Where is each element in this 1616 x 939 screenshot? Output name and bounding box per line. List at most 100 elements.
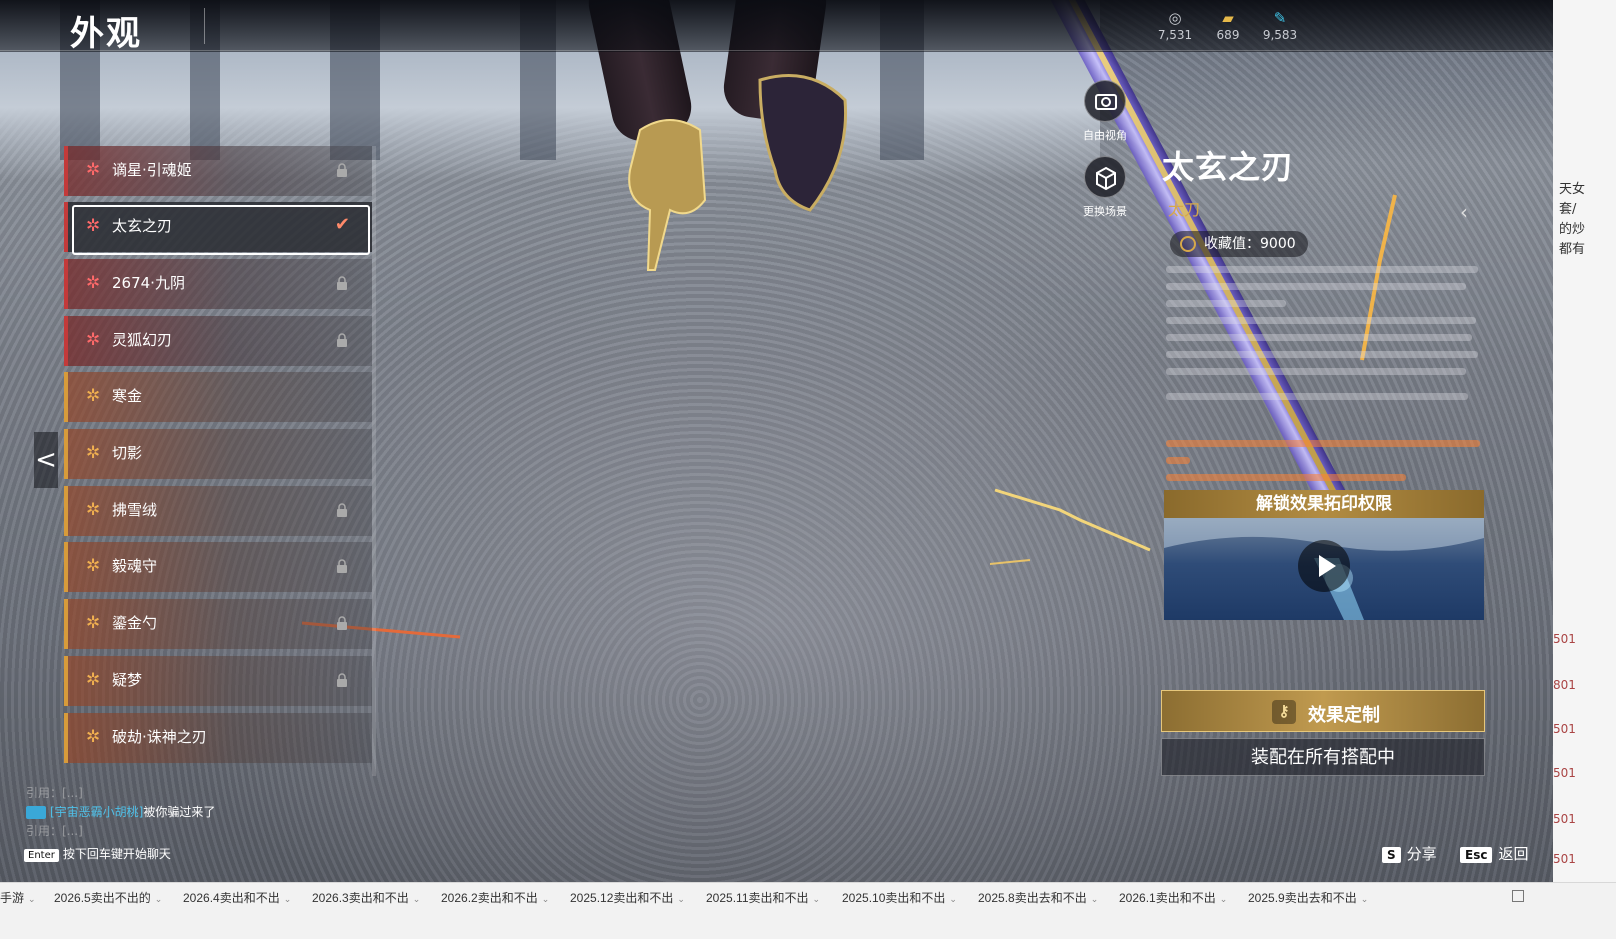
list-scrollbar[interactable] xyxy=(372,146,376,776)
list-item-label: 2674·九阴 xyxy=(112,274,185,292)
list-item-label: 疑梦 xyxy=(112,671,143,689)
back-hotkey[interactable]: Esc 返回 xyxy=(1460,843,1528,864)
sheet-tab[interactable]: 2025.9卖出去和不出 ⌄ xyxy=(1248,889,1368,906)
list-item-label: 毅魂守 xyxy=(112,557,158,575)
list-item[interactable]: ✲ 拂雪绒 xyxy=(64,486,372,536)
sheet-tab[interactable]: 2025.10卖出和不出 ⌄ xyxy=(842,889,957,906)
play-button[interactable] xyxy=(1298,540,1350,592)
rarity-star-icon: ✲ xyxy=(86,500,101,520)
chevron-down-icon: ⌄ xyxy=(1219,894,1228,904)
feather-icon: ✎ xyxy=(1273,9,1287,27)
list-item[interactable]: ✲ 破劫·诛神之刃 xyxy=(64,713,372,763)
sheet-tab[interactable]: 2026.5卖出不出的 ⌄ xyxy=(54,889,162,906)
sheet-tab[interactable]: 2026.2卖出和不出 ⌄ xyxy=(441,889,549,906)
list-item-label: 拂雪绒 xyxy=(112,501,158,519)
lock-icon xyxy=(337,503,347,517)
top-divider xyxy=(0,50,1598,51)
grid-icon[interactable] xyxy=(1512,890,1524,902)
enter-hint-text: 按下回车键开始聊天 xyxy=(62,847,171,861)
sheet-tab-label: 2026.5卖出不出的 xyxy=(54,891,151,905)
clipped-number: 501 xyxy=(1553,852,1576,866)
list-item-label: 破劫·诛神之刃 xyxy=(112,728,207,746)
list-item-label: 灵狐幻刃 xyxy=(112,331,173,349)
collapse-list-button[interactable]: < xyxy=(34,432,58,488)
list-item[interactable]: ✲ 寒金 xyxy=(64,372,372,422)
chat-quote: 引用：[...] xyxy=(26,786,83,800)
collect-value: 收藏值：9000 xyxy=(1204,236,1296,252)
page-title: 外观 xyxy=(70,14,142,54)
list-item[interactable]: ✲ 谪星·引魂姬 xyxy=(64,146,372,196)
rarity-bar xyxy=(64,146,68,196)
lock-icon xyxy=(337,163,347,177)
rarity-bar xyxy=(64,372,68,422)
checkmark-icon: ✔ xyxy=(334,214,350,235)
collect-value-badge: 收藏值：9000 xyxy=(1170,231,1308,257)
sheet-tab-label: 2026.3卖出和不出 xyxy=(312,891,409,905)
item-name: 太玄之刃 xyxy=(1162,148,1295,186)
chat-sender[interactable]: [宇宙恶霸小胡桃] xyxy=(50,805,143,819)
list-item[interactable]: ✲ 切影 xyxy=(64,429,372,479)
rarity-star-icon: ✲ xyxy=(86,330,101,350)
title-divider xyxy=(204,8,205,44)
currency-value: 9,583 xyxy=(1262,28,1298,42)
equip-all-button[interactable]: 装配在所有搭配中 xyxy=(1161,738,1485,776)
list-item[interactable]: ✲ 鎏金勺 xyxy=(64,599,372,649)
cube-icon xyxy=(1096,166,1116,191)
list-item-label: 太玄之刃 xyxy=(112,217,173,235)
rarity-star-icon: ✲ xyxy=(86,556,101,576)
sheet-tab[interactable]: 2025.8卖出去和不出 ⌄ xyxy=(978,889,1098,906)
list-item[interactable]: ✲ 灵狐幻刃 xyxy=(64,316,372,366)
rarity-bar xyxy=(64,259,68,309)
list-item[interactable]: ✲ 2674·九阴 xyxy=(64,259,372,309)
sheet-tab-label: 手游 xyxy=(0,891,25,905)
list-item-label: 谪星·引魂姬 xyxy=(112,161,192,179)
list-item-label: 寒金 xyxy=(112,387,143,405)
sheet-tab[interactable]: 2026.3卖出和不出 ⌄ xyxy=(312,889,420,906)
rarity-bar xyxy=(64,599,68,649)
change-scene-button[interactable] xyxy=(1084,156,1126,198)
chevron-down-icon: ⌄ xyxy=(28,894,36,904)
rarity-bar xyxy=(64,656,68,706)
currency-feathers[interactable]: ✎ 9,583 xyxy=(1250,8,1310,42)
rarity-star-icon: ✲ xyxy=(86,443,101,463)
chat-enter-hint[interactable]: Enter 按下回车键开始聊天 xyxy=(24,845,171,862)
share-hotkey[interactable]: S 分享 xyxy=(1382,843,1437,864)
spark-effect xyxy=(990,488,1151,566)
sheet-tab[interactable]: 手游 ⌄ xyxy=(0,889,36,906)
rarity-star-icon: ✲ xyxy=(86,727,101,747)
clipped-text: 天女 xyxy=(1559,182,1586,197)
sheet-tab[interactable]: 2026.1卖出和不出 ⌄ xyxy=(1119,889,1227,906)
chevron-down-icon: ⌄ xyxy=(283,894,292,904)
hotkey-label: 分享 xyxy=(1406,845,1437,863)
list-item[interactable]: ✲ 疑梦 xyxy=(64,656,372,706)
sheet-tab-label: 2025.11卖出和不出 xyxy=(706,891,809,905)
play-icon xyxy=(1319,555,1336,577)
sheet-tab[interactable]: 2025.12卖出和不出 ⌄ xyxy=(570,889,685,906)
list-item[interactable]: ✲ 毅魂守 xyxy=(64,542,372,592)
unlock-effect-card[interactable]: 解锁效果拓印权限 xyxy=(1164,490,1484,620)
chat-panel[interactable]: 引用：[...] [宇宙恶霸小胡桃]被你骗过来了 引用：[...] xyxy=(26,784,446,841)
lock-icon xyxy=(337,276,347,290)
collapse-panel-icon[interactable]: ‹ xyxy=(1460,200,1468,224)
rarity-star-icon: ✲ xyxy=(86,613,101,633)
rarity-bar xyxy=(64,713,68,763)
list-item-label: 鎏金勺 xyxy=(112,614,158,632)
hotkey-label: 返回 xyxy=(1498,845,1529,863)
currency-tickets[interactable]: ▰ 689 xyxy=(1198,8,1258,42)
list-item-selected[interactable]: ✲ 太玄之刃 ✔ xyxy=(64,202,372,255)
hotkey-badge: S xyxy=(1382,847,1401,863)
free-camera-button[interactable] xyxy=(1084,80,1126,122)
sheet-tab-label: 2025.8卖出去和不出 xyxy=(978,891,1087,905)
sheet-tab[interactable]: 2026.4卖出和不出 ⌄ xyxy=(183,889,291,906)
effect-preview-video[interactable] xyxy=(1164,518,1484,620)
chevron-down-icon: ⌄ xyxy=(949,894,957,904)
currency-coins[interactable]: ◎ 7,531 xyxy=(1145,8,1205,42)
sheet-tab[interactable]: 2025.11卖出和不出 ⌄ xyxy=(706,889,820,906)
description-text-blurred xyxy=(1166,266,1480,481)
sheet-tab-label: 2025.9卖出去和不出 xyxy=(1248,891,1357,905)
currency-value: 689 xyxy=(1216,28,1240,42)
chevron-left-icon: < xyxy=(35,445,57,475)
effect-customize-button[interactable]: ⚷ 效果定制 xyxy=(1161,690,1485,732)
change-scene-label: 更换场景 xyxy=(1083,205,1127,218)
clipped-number: 501 xyxy=(1553,722,1576,736)
